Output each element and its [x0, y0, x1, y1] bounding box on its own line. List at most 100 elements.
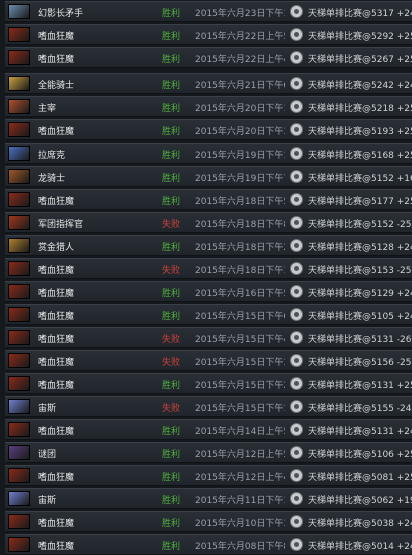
match-result: 胜利 [162, 151, 181, 161]
hero-avatar [8, 215, 30, 230]
match-row[interactable]: 谜团 胜利 2015年六月12日上午5 天梯单排比赛@5106 +25 [5, 442, 412, 463]
hero-avatar [8, 422, 30, 437]
match-mode-mmr: 天梯单排比赛@5105 +24 [308, 312, 412, 322]
match-mode-mmr: 天梯单排比赛@5152 +16 [308, 174, 412, 184]
match-mode-mmr: 天梯单排比赛@5155 -24 [308, 404, 412, 414]
hero-name: 嗜血狂魔 [38, 55, 75, 65]
ranked-mode-icon [290, 193, 303, 206]
match-row[interactable]: 龙骑士 胜利 2015年六月19日下午7 天梯单排比赛@5152 +16 [5, 166, 412, 187]
hero-name: 拉席克 [38, 151, 66, 161]
match-mode-mmr: 天梯单排比赛@5106 +25 [308, 450, 412, 460]
hero-avatar [8, 261, 30, 276]
match-mode-mmr: 天梯单排比赛@5218 +25 [308, 104, 412, 114]
match-row[interactable]: 嗜血狂魔 胜利 2015年六月14日上午5 天梯单排比赛@5131 +24 [5, 419, 412, 440]
match-row[interactable]: 嗜血狂魔 胜利 2015年六月16日下午5 天梯单排比赛@5129 +24 [5, 281, 412, 302]
match-row[interactable]: 赏金猎人 胜利 2015年六月18日下午2 天梯单排比赛@5128 +24 [5, 235, 412, 256]
hero-avatar [8, 4, 30, 19]
match-row[interactable]: 主宰 胜利 2015年六月20日下午10 天梯单排比赛@5218 +25 [5, 96, 412, 117]
hero-name: 嗜血狂魔 [38, 358, 75, 368]
match-date: 2015年六月22日上午5 [195, 32, 285, 42]
match-result: 胜利 [162, 9, 181, 19]
match-row[interactable]: 嗜血狂魔 胜利 2015年六月10日下午3 天梯单排比赛@5038 +24 [5, 511, 412, 532]
match-result: 胜利 [162, 381, 181, 391]
hero-name: 嗜血狂魔 [38, 32, 75, 42]
match-result: 胜利 [162, 32, 181, 42]
match-date: 2015年六月20日下午3 [195, 127, 285, 137]
ranked-mode-icon [290, 239, 303, 252]
ranked-mode-icon [290, 262, 303, 275]
match-row[interactable]: 拉席克 胜利 2015年六月19日下午10 天梯单排比赛@5168 +25 [5, 143, 412, 164]
match-row[interactable]: 嗜血狂魔 失败 2015年六月15日下午3 天梯单排比赛@5156 -25 [5, 350, 412, 371]
hero-name: 主宰 [38, 104, 57, 114]
match-date: 2015年六月20日下午10 [195, 104, 285, 114]
hero-name: 赏金猎人 [38, 243, 75, 253]
match-row[interactable]: 嗜血狂魔 胜利 2015年六月15日下午2 天梯单排比赛@5131 +25 [5, 373, 412, 394]
match-date: 2015年六月19日下午7 [195, 174, 285, 184]
match-row[interactable]: 嗜血狂魔 胜利 2015年六月12日上午4 天梯单排比赛@5081 +25 [5, 465, 412, 486]
match-result: 胜利 [162, 542, 181, 552]
match-row[interactable]: 军团指挥官 失败 2015年六月18日下午8 天梯单排比赛@5152 -25 [5, 212, 412, 233]
match-date: 2015年六月22日上午4 [195, 55, 285, 65]
match-date: 2015年六月14日上午5 [195, 427, 285, 437]
match-date: 2015年六月15日下午4 [195, 335, 285, 345]
match-row[interactable]: 嗜血狂魔 胜利 2015年六月18日下午5 天梯单排比赛@5177 +25 [5, 189, 412, 210]
hero-avatar [8, 514, 30, 529]
hero-name: 嗜血狂魔 [38, 289, 75, 299]
match-mode-mmr: 天梯单排比赛@5128 +24 [308, 243, 412, 253]
match-row[interactable]: 嗜血狂魔 胜利 2015年六月15日下午6 天梯单排比赛@5105 +24 [5, 304, 412, 325]
match-result: 胜利 [162, 450, 181, 460]
hero-name: 嗜血狂魔 [38, 473, 75, 483]
hero-avatar [8, 376, 30, 391]
match-history-list: 幻影长矛手 胜利 2015年六月23日下午10 天梯单排比赛@5317 +24 嗜血狂魔… [0, 0, 412, 555]
match-mode-mmr: 天梯单排比赛@5177 +25 [308, 197, 412, 207]
match-result: 胜利 [162, 81, 181, 91]
hero-avatar [8, 468, 30, 483]
ranked-mode-icon [290, 538, 303, 551]
match-mode-mmr: 天梯单排比赛@5014 +24 [308, 542, 412, 552]
match-mode-mmr: 天梯单排比赛@5129 +24 [308, 289, 412, 299]
hero-name: 嗜血狂魔 [38, 312, 75, 322]
hero-avatar [8, 27, 30, 42]
match-result: 失败 [162, 404, 181, 414]
hero-avatar [8, 122, 30, 137]
match-mode-mmr: 天梯单排比赛@5038 +24 [308, 519, 412, 529]
match-date: 2015年六月15日下午2 [195, 381, 285, 391]
match-date: 2015年六月21日下午6 [195, 81, 285, 91]
hero-avatar [8, 238, 30, 253]
hero-avatar [8, 445, 30, 460]
match-row[interactable]: 嗜血狂魔 失败 2015年六月15日下午4 天梯单排比赛@5131 -26 [5, 327, 412, 348]
match-row[interactable]: 嗜血狂魔 失败 2015年六月18日下午1 天梯单排比赛@5153 -25 [5, 258, 412, 279]
match-result: 胜利 [162, 427, 181, 437]
ranked-mode-icon [290, 100, 303, 113]
match-mode-mmr: 天梯单排比赛@5153 -25 [308, 266, 412, 276]
hero-name: 嗜血狂魔 [38, 519, 75, 529]
match-row[interactable]: 全能骑士 胜利 2015年六月21日下午6 天梯单排比赛@5242 +24 [5, 73, 412, 94]
match-row[interactable]: 嗜血狂魔 胜利 2015年六月08日下午8 天梯单排比赛@5014 +24 [5, 534, 412, 555]
match-row[interactable]: 嗜血狂魔 胜利 2015年六月22日上午5 天梯单排比赛@5292 +25 [5, 24, 412, 45]
hero-avatar [8, 146, 30, 161]
ranked-mode-icon [290, 147, 303, 160]
match-date: 2015年六月23日下午10 [195, 9, 285, 19]
ranked-mode-icon [290, 331, 303, 344]
ranked-mode-icon [290, 285, 303, 298]
hero-name: 幻影长矛手 [38, 9, 84, 19]
hero-name: 嗜血狂魔 [38, 335, 75, 345]
hero-name: 龙骑士 [38, 174, 66, 184]
hero-name: 谜团 [38, 450, 57, 460]
ranked-mode-icon [290, 308, 303, 321]
ranked-mode-icon [290, 170, 303, 183]
match-row[interactable]: 嗜血狂魔 胜利 2015年六月20日下午3 天梯单排比赛@5193 +25 [5, 119, 412, 140]
match-date: 2015年六月18日下午1 [195, 266, 285, 276]
match-row[interactable]: 幻影长矛手 胜利 2015年六月23日下午10 天梯单排比赛@5317 +24 [5, 1, 412, 22]
match-result: 胜利 [162, 519, 181, 529]
ranked-mode-icon [290, 5, 303, 18]
match-row[interactable]: 宙斯 失败 2015年六月15日下午1 天梯单排比赛@5155 -24 [5, 396, 412, 417]
match-row[interactable]: 宙斯 胜利 2015年六月11日下午11 天梯单排比赛@5062 +19 [5, 488, 412, 509]
hero-avatar [8, 76, 30, 91]
hero-avatar [8, 330, 30, 345]
hero-name: 嗜血狂魔 [38, 542, 75, 552]
match-row[interactable]: 嗜血狂魔 胜利 2015年六月22日上午4 天梯单排比赛@5267 +25 [5, 47, 412, 68]
match-mode-mmr: 天梯单排比赛@5131 -26 [308, 335, 412, 345]
match-mode-mmr: 天梯单排比赛@5193 +25 [308, 127, 412, 137]
hero-name: 嗜血狂魔 [38, 197, 75, 207]
